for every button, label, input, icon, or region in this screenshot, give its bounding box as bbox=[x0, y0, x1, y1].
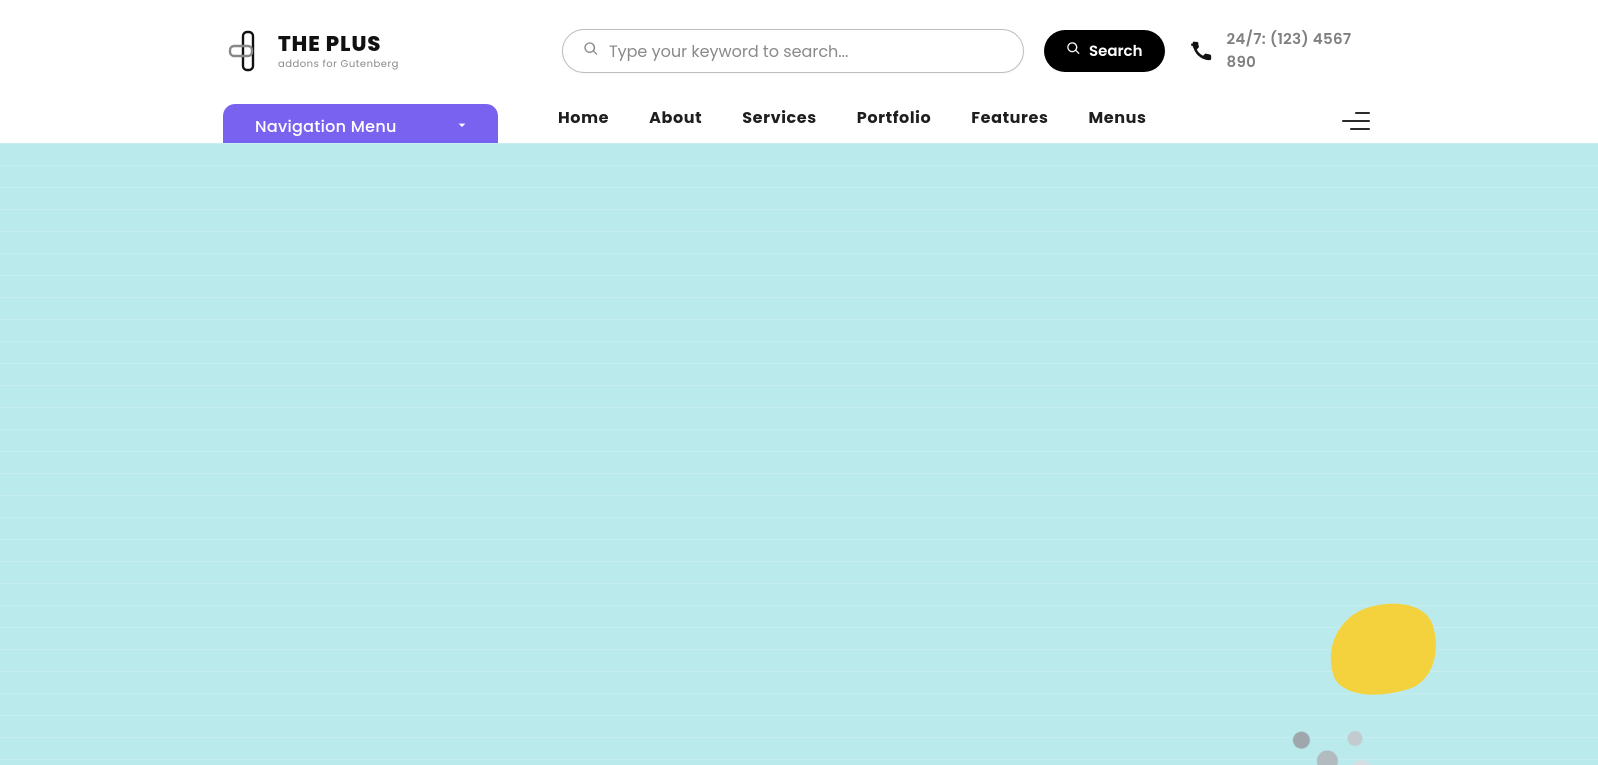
top-bar: THE PLUS addons for Gutenberg Search bbox=[0, 0, 1598, 102]
nav-item-portfolio[interactable]: Portfolio bbox=[857, 105, 932, 130]
search-area: Search bbox=[562, 29, 1165, 73]
nav-bar: Navigation Menu Home About Services Port… bbox=[0, 102, 1598, 143]
nav-item-home[interactable]: Home bbox=[558, 105, 609, 130]
search-icon bbox=[1066, 40, 1081, 63]
nav-item-menus[interactable]: Menus bbox=[1088, 105, 1146, 130]
search-field[interactable] bbox=[562, 29, 1024, 73]
navigation-menu-label: Navigation Menu bbox=[255, 114, 397, 139]
site-logo[interactable]: THE PLUS addons for Gutenberg bbox=[228, 30, 399, 72]
logo-subtitle: addons for Gutenberg bbox=[278, 59, 399, 69]
nav-item-features[interactable]: Features bbox=[971, 105, 1048, 130]
phone-icon: + bbox=[1191, 40, 1213, 62]
contact-phone[interactable]: + 24/7: (123) 4567 890 bbox=[1191, 28, 1370, 74]
hero-section bbox=[0, 143, 1598, 765]
search-input[interactable] bbox=[609, 39, 1003, 64]
svg-text:+: + bbox=[1191, 40, 1197, 52]
chevron-down-icon bbox=[454, 115, 470, 140]
logo-mark-icon bbox=[228, 30, 266, 72]
nav-item-services[interactable]: Services bbox=[742, 105, 817, 130]
search-button-label: Search bbox=[1089, 40, 1143, 63]
primary-nav: Home About Services Portfolio Features M… bbox=[558, 105, 1147, 130]
logo-title: THE PLUS bbox=[278, 34, 399, 55]
hero-decorative-image bbox=[1218, 605, 1438, 765]
hamburger-menu-icon[interactable] bbox=[1342, 112, 1370, 130]
nav-item-about[interactable]: About bbox=[649, 105, 702, 130]
search-icon bbox=[583, 39, 599, 64]
contact-phone-label: 24/7: (123) 4567 890 bbox=[1227, 28, 1370, 74]
logo-text: THE PLUS addons for Gutenberg bbox=[278, 34, 399, 69]
search-button[interactable]: Search bbox=[1044, 30, 1165, 72]
